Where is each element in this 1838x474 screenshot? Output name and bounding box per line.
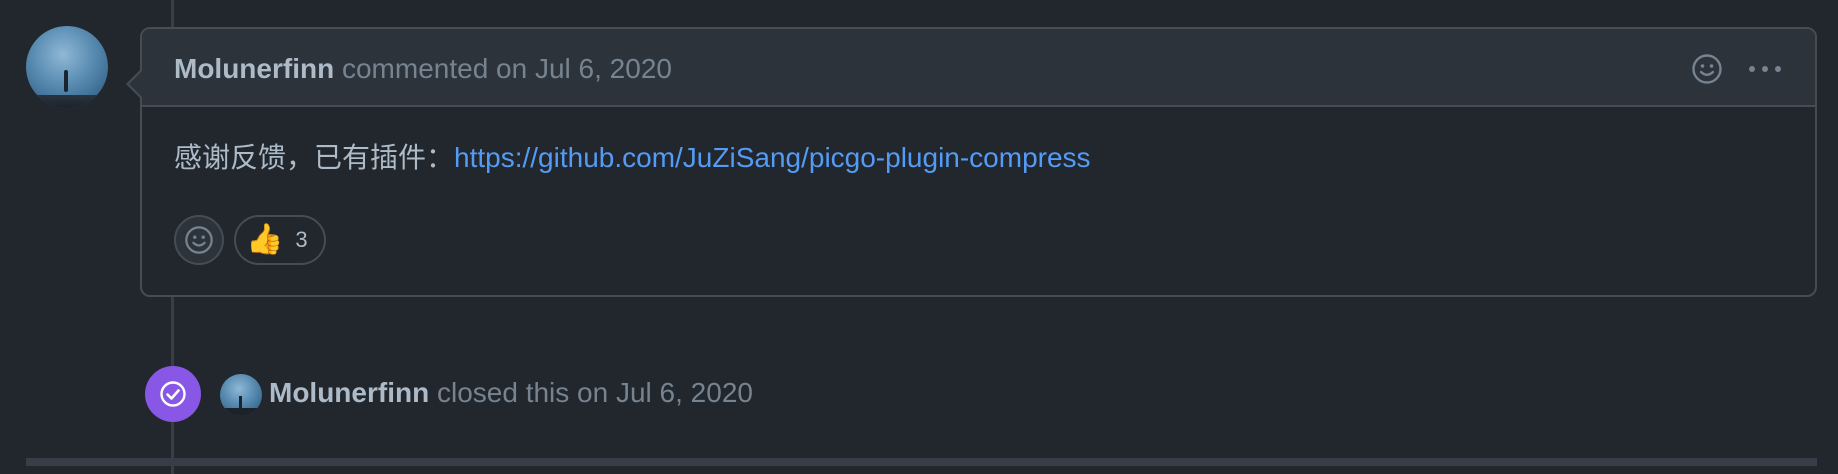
event-description: closed this on Jul 6, 2020 (436, 377, 753, 408)
smiley-icon (185, 226, 213, 254)
avatar-ground (26, 94, 108, 108)
event-author-avatar[interactable] (220, 374, 262, 416)
add-reaction-button-footer[interactable] (174, 215, 224, 265)
reaction-count: 3 (295, 227, 308, 252)
closed-event-badge (145, 366, 201, 422)
closed-event-text: Molunerfinn closed this on Jul 6, 2020 (269, 376, 753, 410)
comment-header-text: Molunerfinn commented on Jul 6, 2020 (174, 52, 672, 86)
issue-timeline: Molunerfinn commented on Jul 6, 2020 感谢反… (0, 0, 1838, 474)
kebab-horizontal-icon (1749, 66, 1781, 72)
plugin-link[interactable]: https://github.com/JuZiSang/picgo-plugin… (454, 142, 1091, 173)
comment-actions (1689, 51, 1783, 87)
add-reaction-button[interactable] (1689, 51, 1725, 87)
comment-timestamp[interactable]: commented on Jul 6, 2020 (342, 53, 672, 84)
avatar-ground (220, 408, 262, 416)
comment-author-link[interactable]: Molunerfinn (174, 53, 334, 84)
comment-body: 感谢反馈，已有插件：https://github.com/JuZiSang/pi… (174, 141, 1091, 175)
event-author-link[interactable]: Molunerfinn (269, 377, 429, 408)
reactions-bar: 👍 3 (174, 215, 326, 265)
author-avatar[interactable] (26, 26, 108, 108)
smiley-icon (1692, 54, 1722, 84)
comment-text: 感谢反馈，已有插件： (174, 142, 455, 173)
timeline-divider (26, 458, 1817, 466)
check-circle-icon (160, 381, 186, 407)
avatar-figure (64, 70, 68, 92)
thumbs-up-icon: 👍 (246, 223, 284, 256)
comment-box: Molunerfinn commented on Jul 6, 2020 感谢反… (126, 27, 1817, 297)
comment-options-button[interactable] (1747, 51, 1783, 87)
comment-header: Molunerfinn commented on Jul 6, 2020 (129, 29, 1815, 107)
comment-caret-inner (129, 71, 142, 97)
thumbs-up-reaction[interactable]: 👍 3 (234, 215, 326, 265)
avatar-figure (239, 396, 242, 408)
